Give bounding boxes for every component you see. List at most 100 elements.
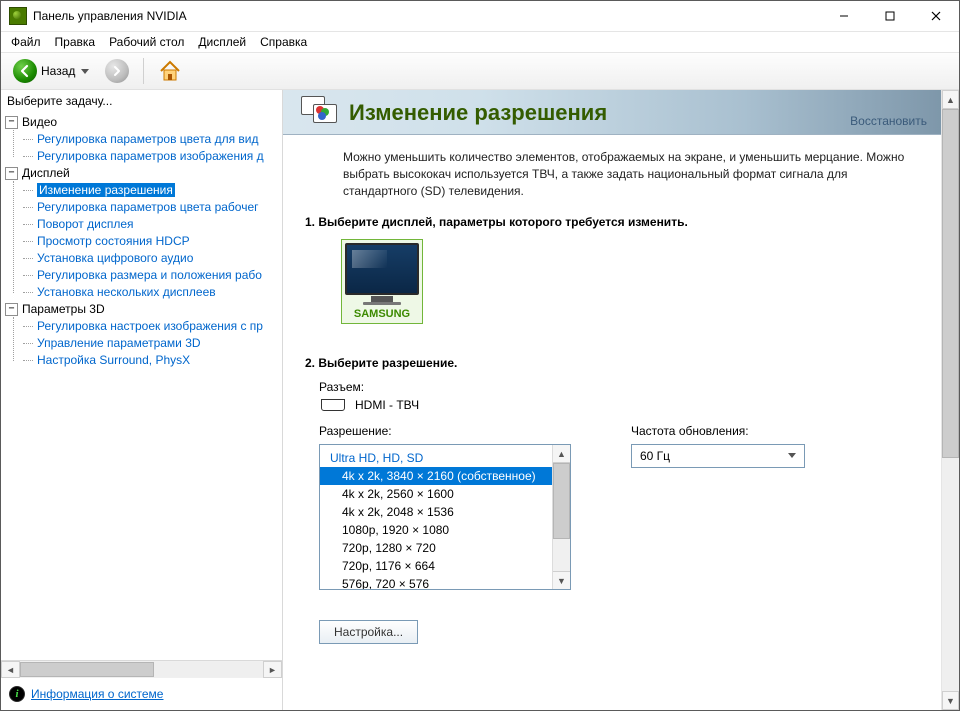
tree-item: Регулировка размера и положения рабо [23, 267, 282, 284]
scroll-thumb[interactable] [20, 662, 154, 677]
monitor-icon [345, 243, 419, 295]
link-multiple-displays[interactable]: Установка нескольких дисплеев [37, 285, 216, 299]
scroll-thumb[interactable] [553, 463, 570, 539]
scroll-up-icon[interactable]: ▲ [942, 90, 959, 109]
link-size-position[interactable]: Регулировка размера и положения рабо [37, 268, 262, 282]
scroll-down-icon[interactable]: ▼ [942, 691, 959, 710]
resolution-icon [301, 96, 337, 126]
resolution-option[interactable]: 4k x 2k, 3840 × 2160 (собственное) [320, 467, 552, 485]
content: Изменение разрешения Восстановить Можно … [283, 90, 941, 710]
scroll-left-icon[interactable]: ◄ [1, 661, 20, 678]
refresh-col: Частота обновления: 60 Гц [631, 424, 805, 590]
scroll-right-icon[interactable]: ► [263, 661, 282, 678]
connector-value: HDMI - ТВЧ [355, 398, 419, 412]
scroll-up-icon[interactable]: ▲ [553, 445, 570, 463]
sidebar-hscrollbar[interactable]: ◄ ► [1, 660, 282, 678]
link-desktop-color[interactable]: Регулировка параметров цвета рабочег [37, 200, 259, 214]
scroll-thumb[interactable] [942, 109, 959, 458]
scroll-track[interactable] [942, 109, 959, 691]
resolution-option[interactable]: 576p, 720 × 576 [320, 575, 552, 589]
tree-item: Регулировка параметров цвета рабочег [23, 199, 282, 216]
link-system-info[interactable]: Информация о системе [31, 687, 163, 701]
home-button[interactable] [152, 57, 188, 85]
restore-link[interactable]: Восстановить [850, 114, 927, 128]
maximize-button[interactable] [867, 1, 913, 31]
page-title: Изменение разрешения [349, 100, 929, 126]
link-hdcp-status[interactable]: Просмотр состояния HDCP [37, 234, 190, 248]
link-video-color[interactable]: Регулировка параметров цвета для вид [37, 132, 258, 146]
home-icon [158, 59, 182, 83]
menu-help[interactable]: Справка [254, 33, 313, 51]
tree-group-3d[interactable]: −Параметры 3D [5, 301, 282, 318]
refresh-combobox[interactable]: 60 Гц [631, 444, 805, 468]
link-3d-image[interactable]: Регулировка настроек изображения с пр [37, 319, 263, 333]
scroll-down-icon[interactable]: ▼ [553, 571, 570, 589]
back-button[interactable]: Назад [7, 57, 95, 85]
link-rotate-display[interactable]: Поворот дисплея [37, 217, 134, 231]
window-buttons [821, 1, 959, 31]
tree-item: Управление параметрами 3D [23, 335, 282, 352]
link-digital-audio[interactable]: Установка цифрового аудио [37, 251, 193, 265]
tree-group-display[interactable]: −Дисплей [5, 165, 282, 182]
customize-button[interactable]: Настройка... [319, 620, 418, 644]
display-thumb[interactable]: SAMSUNG [341, 239, 423, 324]
separator [143, 58, 144, 84]
connector-row: Разъем: HDMI - ТВЧ [283, 374, 941, 420]
main-area: Изменение разрешения Восстановить Можно … [283, 90, 959, 710]
page-header: Изменение разрешения Восстановить [283, 90, 941, 135]
refresh-label: Частота обновления: [631, 424, 805, 438]
resolution-option[interactable]: 720p, 1280 × 720 [320, 539, 552, 557]
body: Выберите задачу... −Видео Регулировка па… [1, 90, 959, 710]
scroll-track[interactable] [20, 662, 263, 677]
tree-item: Изменение разрешения [23, 182, 282, 199]
forward-button[interactable] [99, 57, 135, 85]
menu-desktop[interactable]: Рабочий стол [103, 33, 190, 51]
chevron-down-icon [784, 453, 800, 459]
menu-edit[interactable]: Правка [49, 33, 102, 51]
menu-file[interactable]: Файл [5, 33, 47, 51]
back-label: Назад [41, 64, 75, 78]
resolution-option[interactable]: 720p, 1176 × 664 [320, 557, 552, 575]
main-vscrollbar[interactable]: ▲ ▼ [941, 90, 959, 710]
task-tree[interactable]: −Видео Регулировка параметров цвета для … [1, 112, 282, 660]
resolution-col: Разрешение: Ultra HD, HD, SD 4k x 2k, 38… [319, 424, 571, 590]
tree-item: Просмотр состояния HDCP [23, 233, 282, 250]
resolution-option[interactable]: 4k x 2k, 2560 × 1600 [320, 485, 552, 503]
button-row: Настройка... [283, 590, 941, 654]
minimize-button[interactable] [821, 1, 867, 31]
sidebar-footer: i Информация о системе [1, 678, 282, 710]
collapse-icon[interactable]: − [5, 303, 18, 316]
link-video-image[interactable]: Регулировка параметров изображения д [37, 149, 264, 163]
tree-item: Установка цифрового аудио [23, 250, 282, 267]
resolution-option[interactable]: 1080p, 1920 × 1080 [320, 521, 552, 539]
window-title: Панель управления NVIDIA [33, 9, 821, 23]
collapse-icon[interactable]: − [5, 116, 18, 129]
close-button[interactable] [913, 1, 959, 31]
page-description: Можно уменьшить количество элементов, от… [283, 135, 941, 209]
task-sidebar: Выберите задачу... −Видео Регулировка па… [1, 90, 283, 710]
scroll-track[interactable] [553, 463, 570, 571]
collapse-icon[interactable]: − [5, 167, 18, 180]
link-surround-physx[interactable]: Настройка Surround, PhysX [37, 353, 190, 367]
tree-item: Регулировка параметров изображения д [23, 148, 282, 165]
arrow-left-icon [13, 59, 37, 83]
menu-display[interactable]: Дисплей [192, 33, 252, 51]
link-manage-3d[interactable]: Управление параметрами 3D [37, 336, 201, 350]
info-icon: i [9, 686, 25, 702]
nvidia-control-panel-window: Панель управления NVIDIA Файл Правка Раб… [0, 0, 960, 711]
link-change-resolution[interactable]: Изменение разрешения [37, 183, 175, 197]
nvidia-icon [9, 7, 27, 25]
titlebar: Панель управления NVIDIA [1, 1, 959, 32]
resolution-label: Разрешение: [319, 424, 571, 438]
resolution-listbox[interactable]: Ultra HD, HD, SD 4k x 2k, 3840 × 2160 (с… [319, 444, 571, 590]
resolution-columns: Разрешение: Ultra HD, HD, SD 4k x 2k, 38… [283, 420, 941, 590]
connector-label: Разъем: [319, 380, 919, 394]
resolution-group: Ultra HD, HD, SD [320, 449, 552, 467]
tree-group-video[interactable]: −Видео [5, 114, 282, 131]
tree-item: Регулировка настроек изображения с пр [23, 318, 282, 335]
tree-item: Настройка Surround, PhysX [23, 352, 282, 369]
arrow-right-icon [105, 59, 129, 83]
resolution-option[interactable]: 4k x 2k, 2048 × 1536 [320, 503, 552, 521]
listbox-vscrollbar[interactable]: ▲ ▼ [552, 445, 570, 589]
menubar: Файл Правка Рабочий стол Дисплей Справка [1, 32, 959, 53]
